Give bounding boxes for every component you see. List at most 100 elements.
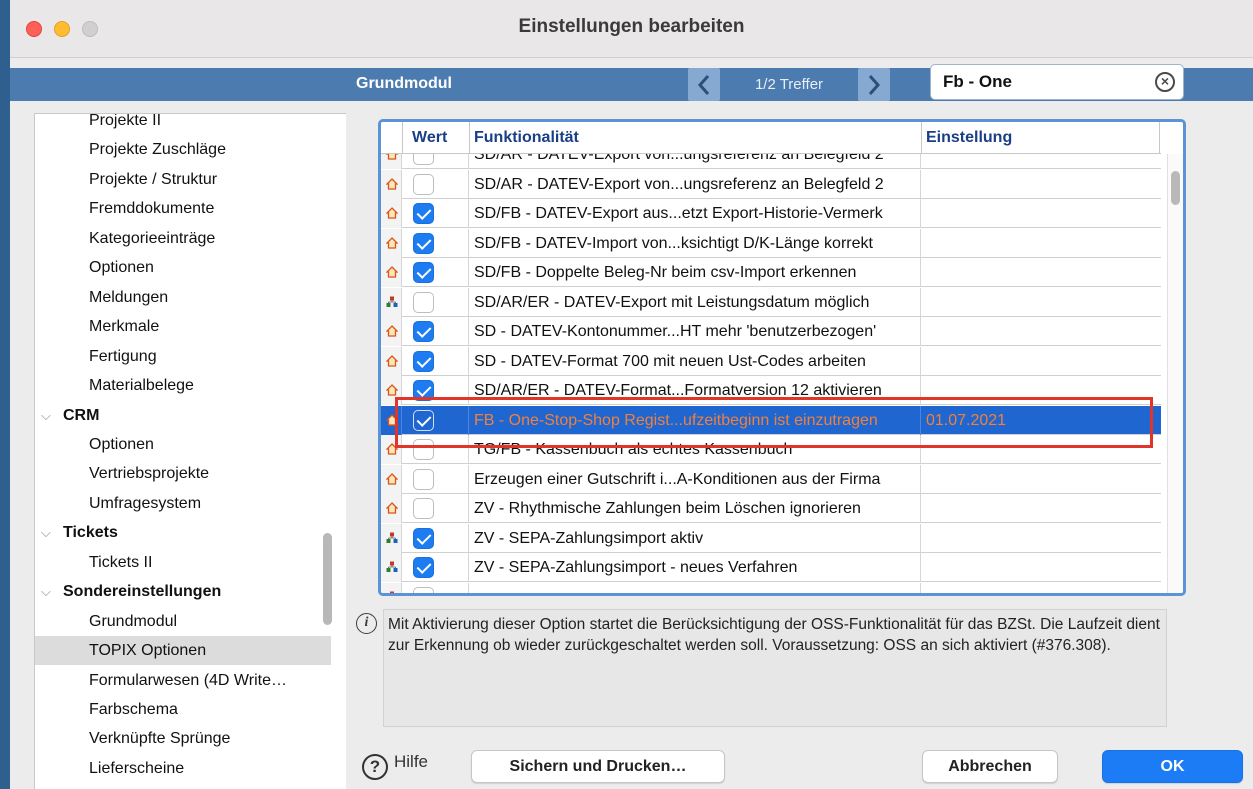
- column-header-function[interactable]: Funktionalität: [474, 129, 579, 147]
- option-checkbox[interactable]: [413, 232, 434, 254]
- sidebar-item[interactable]: TOPIX Optionen: [35, 636, 331, 666]
- setting-cell[interactable]: [921, 494, 1161, 523]
- table-row[interactable]: SD/AR - DATEV-Export von...ungsreferenz …: [381, 169, 1161, 199]
- option-checkbox[interactable]: [413, 586, 434, 593]
- next-hit-button[interactable]: [858, 68, 890, 101]
- table-scroll-thumb[interactable]: [1171, 171, 1180, 205]
- table-row[interactable]: SD/FB - Doppelte Beleg-Nr beim csv-Impor…: [381, 258, 1161, 287]
- option-checkbox[interactable]: [413, 557, 434, 578]
- function-cell: ZV - SEPA-Zahlungsimport - neues Verfahr…: [469, 553, 921, 582]
- table-row[interactable]: SD - DATEV-Format 700 mit neuen Ust-Code…: [381, 346, 1161, 376]
- sidebar-section[interactable]: ⌵ Tickets: [35, 518, 331, 547]
- setting-cell[interactable]: [921, 376, 1161, 405]
- help-button[interactable]: ? Hilfe: [362, 752, 428, 780]
- table-row[interactable]: Erzeugen einer Gutschrift i...A-Konditio…: [381, 464, 1161, 494]
- option-checkbox[interactable]: [413, 409, 434, 431]
- option-checkbox[interactable]: [413, 291, 434, 313]
- table-row[interactable]: SD/AR/ER - DATEV-Format...Formatversion …: [381, 376, 1161, 405]
- chevron-down-icon[interactable]: ⌵: [41, 401, 51, 430]
- value-cell: [402, 494, 469, 523]
- sidebar-item[interactable]: Kategorieeinträge: [35, 224, 331, 253]
- home-icon: [385, 154, 399, 160]
- value-cell: [402, 169, 469, 199]
- setting-cell[interactable]: [921, 258, 1161, 287]
- sidebar-section[interactable]: ⌵ CRM: [35, 401, 331, 430]
- table-row[interactable]: SD - DATEV-Kontonummer...HT mehr 'benutz…: [381, 317, 1161, 346]
- setting-cell[interactable]: [921, 199, 1161, 228]
- sidebar-item[interactable]: Merkmale: [35, 312, 331, 341]
- setting-cell[interactable]: [921, 288, 1161, 317]
- option-checkbox[interactable]: [413, 439, 434, 460]
- table-row[interactable]: ZV - Rhythmische Zahlungen beim Löschen …: [381, 494, 1161, 523]
- chevron-down-icon[interactable]: ⌵: [41, 577, 51, 606]
- sidebar-item[interactable]: Projekte II: [35, 114, 331, 135]
- home-icon: [385, 324, 399, 337]
- sidebar-item-label: Farbschema: [89, 701, 178, 718]
- sidebar-item[interactable]: Materialbelege: [35, 371, 331, 400]
- table-row[interactable]: TG/FB - Kassenbuch als echtes Kassenbuch: [381, 435, 1161, 464]
- setting-cell[interactable]: [921, 347, 1161, 376]
- table-row[interactable]: ZV - SEPA-Zahlungsimport - neues Verfahr…: [381, 553, 1161, 582]
- table-row[interactable]: SD/FB - DATEV-Import von...ksichtigt D/K…: [381, 228, 1161, 258]
- option-checkbox[interactable]: [413, 350, 434, 372]
- sidebar-item[interactable]: Tickets II: [35, 548, 331, 577]
- sidebar-item[interactable]: Verknüpfte Sprünge: [35, 724, 331, 753]
- category-sidebar[interactable]: Projekte II Projekte Zuschläge Projekte / …: [34, 113, 346, 789]
- sidebar-item[interactable]: Optionen: [35, 253, 331, 282]
- table-row[interactable]: SD/AR/ER - DATEV-Export mit Leistungsdat…: [381, 287, 1161, 317]
- sidebar-item[interactable]: Lieferscheine: [35, 754, 331, 783]
- sidebar-item[interactable]: Farbschema: [35, 695, 331, 724]
- save-and-print-button[interactable]: Sichern und Drucken…: [471, 750, 725, 783]
- option-checkbox[interactable]: [413, 527, 434, 549]
- sidebar-item[interactable]: Vertriebsprojekte: [35, 459, 331, 488]
- sidebar-item-label: Fertigung: [89, 347, 157, 365]
- option-checkbox[interactable]: [413, 154, 434, 165]
- setting-cell[interactable]: [921, 435, 1161, 464]
- option-checkbox[interactable]: [413, 173, 434, 195]
- previous-hit-button[interactable]: [688, 68, 720, 101]
- option-checkbox[interactable]: [413, 203, 434, 224]
- sidebar-item-label: CRM: [63, 406, 100, 424]
- setting-cell[interactable]: [921, 317, 1161, 346]
- sidebar-item[interactable]: Projekte Zuschläge: [35, 135, 331, 164]
- sidebar-section[interactable]: ⌵ Sondereinstellungen: [35, 577, 331, 606]
- setting-cell[interactable]: [921, 170, 1161, 199]
- column-header-value[interactable]: Wert: [412, 129, 447, 147]
- search-field[interactable]: Fb - One ×: [930, 64, 1184, 100]
- option-checkbox[interactable]: [413, 498, 434, 519]
- option-checkbox[interactable]: [413, 380, 434, 401]
- table-scrollbar[interactable]: [1167, 154, 1183, 593]
- setting-cell[interactable]: [921, 229, 1161, 258]
- ok-button[interactable]: OK: [1102, 750, 1243, 783]
- cancel-button[interactable]: Abbrechen: [922, 750, 1058, 783]
- table-row[interactable]: ZV - SEPA-Zahlungsimport aktiv: [381, 523, 1161, 553]
- table-row[interactable]: [381, 582, 1161, 594]
- clear-search-icon[interactable]: ×: [1155, 72, 1175, 92]
- option-checkbox[interactable]: [413, 321, 434, 342]
- table-row[interactable]: SD/FB - DATEV-Export aus...etzt Export-H…: [381, 199, 1161, 228]
- table-row[interactable]: SD/AR - DATEV-Export von...ungsreferenz …: [381, 154, 1161, 169]
- sidebar-item[interactable]: Optionen: [35, 430, 331, 459]
- sidebar-item[interactable]: Meldungen: [35, 283, 331, 312]
- sidebar-item-label: Verknüpfte Sprünge: [89, 730, 231, 748]
- setting-cell[interactable]: [921, 465, 1161, 494]
- setting-cell[interactable]: [921, 524, 1161, 553]
- sidebar-item-label: Merkmale: [89, 318, 160, 336]
- sidebar-item[interactable]: Umfragesystem: [35, 489, 331, 518]
- settings-table: Wert Funktionalität Einstellung SD/AR - …: [378, 119, 1186, 596]
- sidebar-item[interactable]: Fertigung: [35, 342, 331, 371]
- sidebar-item[interactable]: Grundmodul: [35, 607, 331, 636]
- chevron-down-icon[interactable]: ⌵: [41, 518, 51, 547]
- column-header-setting[interactable]: Einstellung: [926, 129, 1012, 147]
- setting-cell[interactable]: [921, 154, 1161, 169]
- table-row[interactable]: FB - One-Stop-Shop Regist...ufzeitbeginn…: [381, 405, 1161, 435]
- setting-cell[interactable]: 01.07.2021: [921, 406, 1161, 435]
- sidebar-item[interactable]: Projekte / Struktur: [35, 165, 331, 194]
- setting-cell[interactable]: [921, 583, 1161, 594]
- sidebar-item[interactable]: Formularwesen (4D Write…: [35, 666, 331, 695]
- option-checkbox[interactable]: [413, 262, 434, 283]
- option-checkbox[interactable]: [413, 468, 434, 490]
- setting-cell[interactable]: [921, 553, 1161, 582]
- sidebar-scrollbar[interactable]: [323, 533, 332, 625]
- sidebar-item[interactable]: Fremddokumente: [35, 194, 331, 223]
